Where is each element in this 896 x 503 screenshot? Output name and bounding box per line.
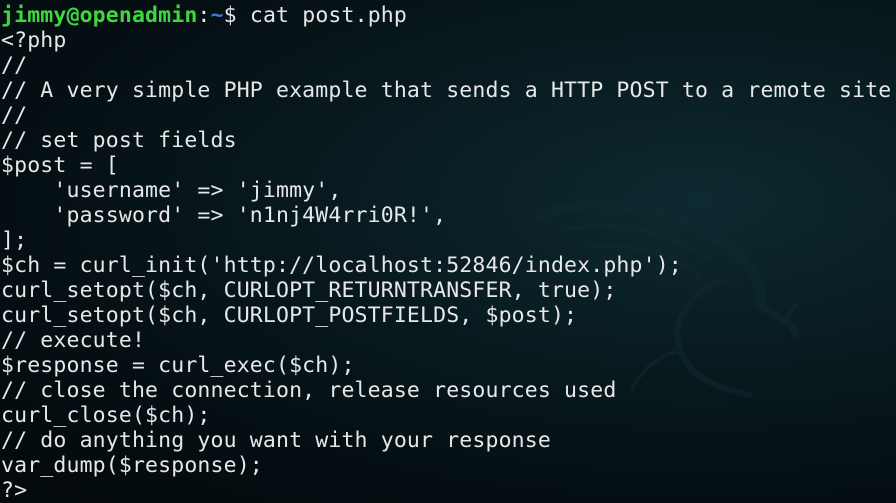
code-line: $post = [ — [1, 153, 119, 178]
code-line: // A very simple PHP example that sends … — [1, 78, 892, 103]
code-line: // — [1, 53, 28, 78]
terminal-output: jimmy@openadmin:~$ cat post.php <?php //… — [1, 3, 891, 503]
code-line: // do anything you want with your respon… — [1, 428, 551, 453]
prompt-user-host: jimmy@openadmin — [1, 3, 198, 28]
code-line: // — [1, 103, 28, 128]
code-line: <?php — [1, 28, 67, 53]
code-line: // execute! — [1, 328, 146, 353]
code-line: $response = curl_exec($ch); — [1, 353, 355, 378]
code-line: curl_setopt($ch, CURLOPT_POSTFIELDS, $po… — [1, 303, 578, 328]
prompt-line: jimmy@openadmin:~$ cat post.php — [1, 3, 891, 28]
code-line: // set post fields — [1, 128, 237, 153]
terminal-window[interactable]: jimmy@openadmin:~$ cat post.php <?php //… — [0, 0, 896, 503]
code-line: $ch = curl_init('http://localhost:52846/… — [1, 253, 682, 278]
code-line: curl_setopt($ch, CURLOPT_RETURNTRANSFER,… — [1, 278, 617, 303]
prompt-separator: : — [197, 3, 211, 28]
code-line: ?> — [1, 478, 28, 503]
code-line: curl_close($ch); — [1, 403, 211, 428]
code-line: 'username' => 'jimmy', — [1, 178, 342, 203]
code-line: ]; — [1, 228, 28, 253]
code-line: var_dump($response); — [1, 453, 263, 478]
prompt-path: ~ — [210, 3, 224, 28]
code-line: // close the connection, release resourc… — [1, 378, 617, 403]
prompt-symbol: $ — [223, 3, 237, 28]
code-line: 'password' => 'n1nj4W4rri0R!', — [1, 203, 447, 228]
prompt-command: cat post.php — [236, 3, 407, 28]
